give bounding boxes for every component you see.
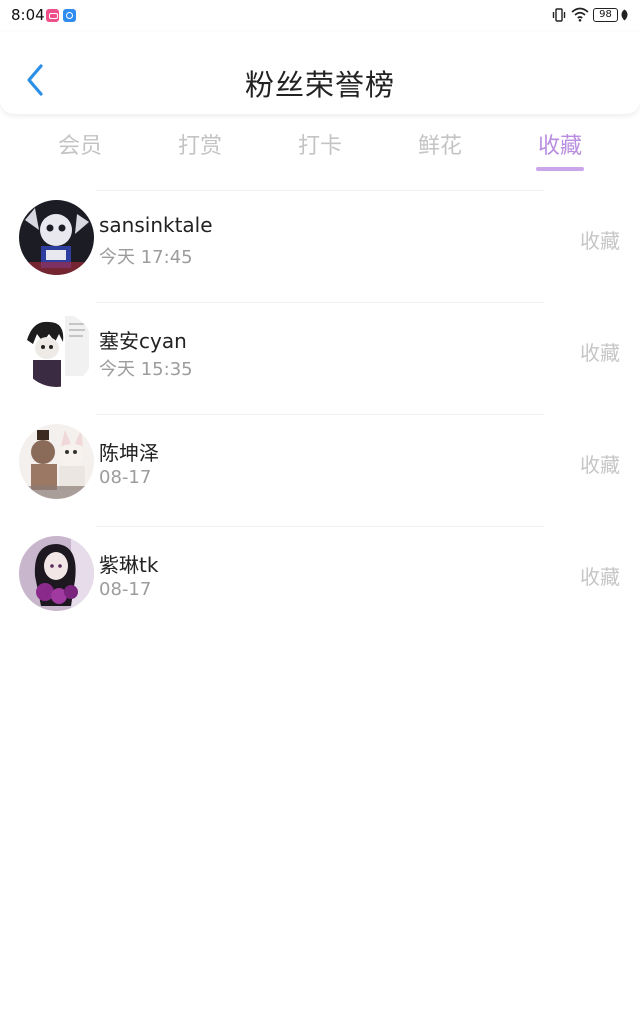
fan-time: 今天 15:35 [99,359,193,380]
tab-member[interactable]: 会员 [20,124,140,174]
tab-reward[interactable]: 打赏 [140,124,260,174]
divider [96,414,544,415]
blue-app-icon [63,9,76,22]
status-bar: 8:04 98 [0,0,640,32]
vibrate-icon [552,8,566,22]
list-item[interactable]: 紫琳tk 08-17 收藏 [0,524,640,636]
tab-checkin[interactable]: 打卡 [260,124,380,174]
pink-app-icon [46,9,59,22]
divider [96,302,544,303]
favorite-label: 收藏 [580,229,620,253]
fan-name: sansinktale [99,213,213,237]
fan-name: 紫琳tk [99,553,159,577]
fan-time: 08-17 [99,579,152,600]
list-item[interactable]: sansinktale 今天 17:45 收藏 [0,188,640,300]
battery-icon: 98 [593,8,618,22]
header: 粉丝荣誉榜 [0,32,640,114]
fan-time: 今天 17:45 [99,247,193,268]
fan-name: 陈坤泽 [99,441,159,465]
favorite-label: 收藏 [580,565,620,589]
avatar[interactable] [19,312,94,387]
page-title: 粉丝荣誉榜 [244,68,395,102]
fan-name: 塞安cyan [99,329,187,353]
avatar[interactable] [19,424,94,499]
avatar[interactable] [19,536,94,611]
favorite-label: 收藏 [580,341,620,365]
status-time: 8:04 [11,6,45,24]
avatar[interactable] [19,200,94,275]
divider [96,526,544,527]
wifi-icon [571,7,589,22]
fan-time: 08-17 [99,467,152,488]
list-item[interactable]: 陈坤泽 08-17 收藏 [0,412,640,524]
leaf-icon [621,9,628,21]
tab-bar: 会员 打赏 打卡 鲜花 收藏 [20,124,620,174]
divider [96,190,544,191]
active-tab-indicator [536,167,584,171]
list-item[interactable]: 塞安cyan 今天 15:35 收藏 [0,300,640,412]
fan-list: sansinktale 今天 17:45 收藏 塞安cyan 今天 15:35 … [0,188,640,636]
tab-flowers[interactable]: 鲜花 [380,124,500,174]
favorite-label: 收藏 [580,453,620,477]
